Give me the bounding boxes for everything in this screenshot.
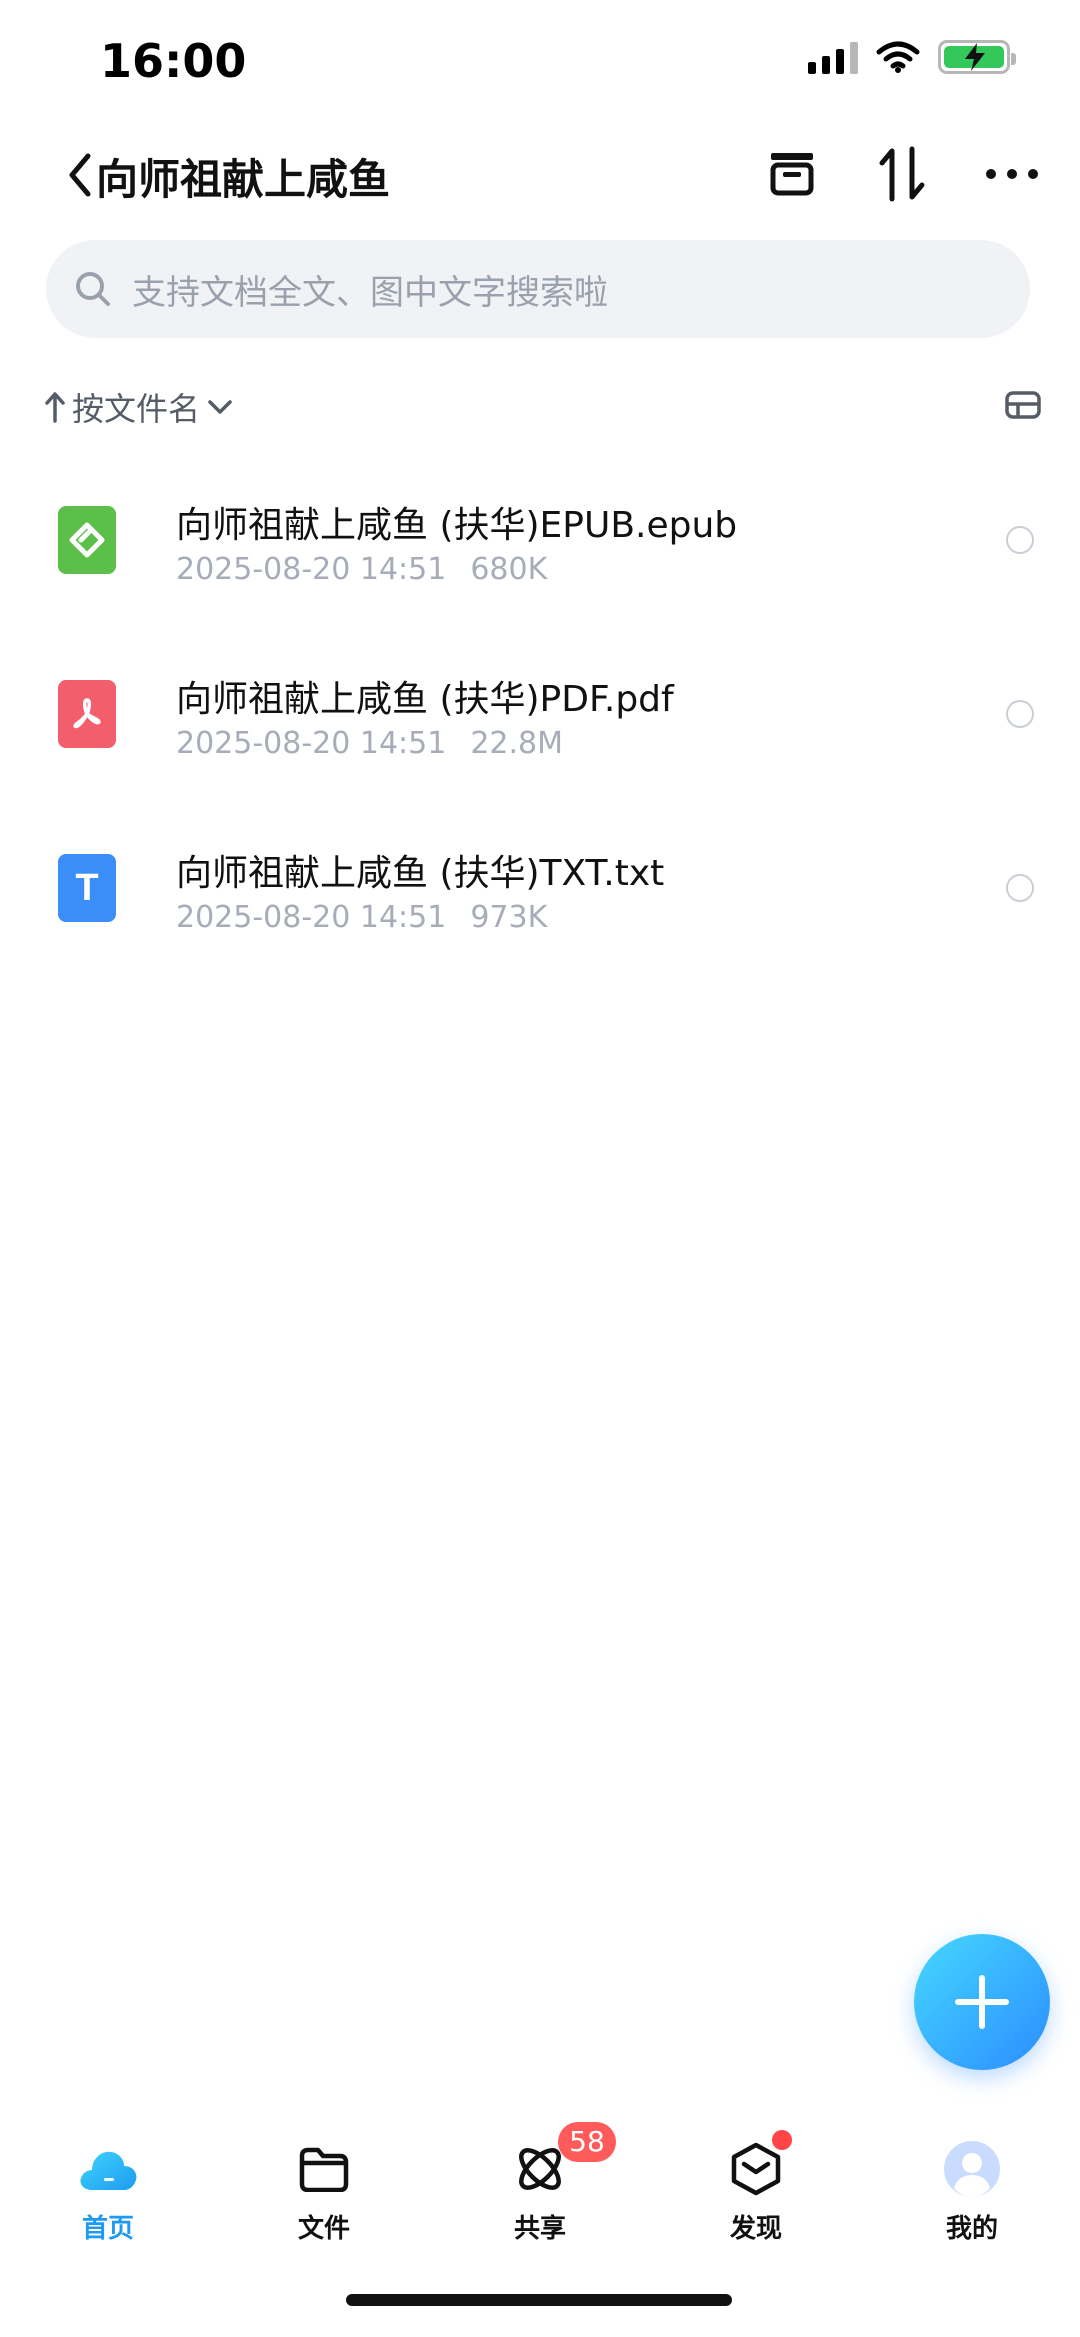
select-checkbox[interactable] <box>1006 874 1034 902</box>
page-title: 向师祖献上咸鱼 <box>96 155 391 204</box>
chevron-down-icon <box>208 400 232 414</box>
file-meta: 2025-08-20 14:51 22.8M <box>176 726 563 761</box>
file-meta: 2025-08-20 14:51 973K <box>176 900 547 935</box>
tab-share[interactable]: 58 共享 <box>432 2120 648 2260</box>
file-size: 22.8M <box>470 726 564 761</box>
cellular-signal-icon <box>808 40 858 74</box>
file-name: 向师祖献上咸鱼 (扶华)EPUB.epub <box>176 505 738 546</box>
select-checkbox[interactable] <box>1006 526 1034 554</box>
tab-discover[interactable]: 发现 <box>648 2120 864 2260</box>
tab-label: 我的 <box>945 2214 998 2244</box>
txt-glyph: T <box>75 866 99 909</box>
select-checkbox[interactable] <box>1006 700 1034 728</box>
tab-label: 共享 <box>513 2214 566 2244</box>
file-name: 向师祖献上咸鱼 (扶华)PDF.pdf <box>176 679 674 720</box>
status-bar: 16:00 <box>0 0 1080 120</box>
file-size: 680K <box>470 552 548 587</box>
home-indicator <box>346 2294 732 2306</box>
tab-label: 发现 <box>729 2214 782 2244</box>
file-date: 2025-08-20 14:51 <box>176 552 447 587</box>
archive-icon[interactable] <box>764 144 820 204</box>
sort-label: 按文件名 <box>72 390 201 428</box>
sort-by-name-button[interactable]: 按文件名 <box>44 384 1044 430</box>
sort-icon[interactable] <box>874 144 930 204</box>
avatar <box>941 2138 1003 2200</box>
epub-file-icon <box>58 506 116 574</box>
nav-bar: 向师祖献上咸鱼 <box>0 130 1080 220</box>
file-date: 2025-08-20 14:51 <box>176 900 447 935</box>
file-meta: 2025-08-20 14:51 680K <box>176 552 547 587</box>
tab-bar: 首页 文件 58 共享 发现 我的 <box>0 2120 1080 2260</box>
status-time: 16:00 <box>100 34 247 88</box>
tab-label: 文件 <box>297 2214 350 2244</box>
plus-icon <box>955 1975 1009 2029</box>
tab-home[interactable]: 首页 <box>0 2120 216 2260</box>
folder-icon <box>293 2138 355 2200</box>
status-icons <box>808 40 1016 74</box>
txt-file-icon: T <box>58 854 116 922</box>
file-size: 973K <box>470 900 548 935</box>
nav-actions <box>764 144 1040 204</box>
search-placeholder: 支持文档全文、图中文字搜索啦 <box>132 272 608 313</box>
discover-notification-dot <box>772 2130 792 2150</box>
add-button[interactable] <box>914 1934 1050 2070</box>
cloud-icon <box>77 2138 139 2200</box>
search-input[interactable]: 支持文档全文、图中文字搜索啦 <box>46 240 1030 338</box>
wifi-icon <box>876 41 920 73</box>
back-icon[interactable] <box>60 148 100 202</box>
file-name: 向师祖献上咸鱼 (扶华)TXT.txt <box>176 853 665 894</box>
file-row-pdf[interactable]: 向师祖献上咸鱼 (扶华)PDF.pdf 2025-08-20 14:51 22.8… <box>0 634 1080 808</box>
more-icon[interactable] <box>984 144 1040 204</box>
tab-label: 首页 <box>81 2214 134 2244</box>
file-row-txt[interactable]: T 向师祖献上咸鱼 (扶华)TXT.txt 2025-08-20 14:51 97… <box>0 808 1080 982</box>
pdf-file-icon <box>58 680 116 748</box>
view-mode-icon[interactable] <box>1004 390 1042 420</box>
share-badge: 58 <box>558 2122 616 2162</box>
tab-files[interactable]: 文件 <box>216 2120 432 2260</box>
file-date: 2025-08-20 14:51 <box>176 726 447 761</box>
arrow-up-icon <box>45 392 65 423</box>
search-icon <box>76 272 110 306</box>
sort-row: 按文件名 <box>44 384 1044 434</box>
battery-icon <box>938 40 1016 74</box>
file-row-epub[interactable]: 向师祖献上咸鱼 (扶华)EPUB.epub 2025-08-20 14:51 68… <box>0 460 1080 634</box>
file-list: 向师祖献上咸鱼 (扶华)EPUB.epub 2025-08-20 14:51 68… <box>0 460 1080 982</box>
tab-profile[interactable]: 我的 <box>864 2120 1080 2260</box>
